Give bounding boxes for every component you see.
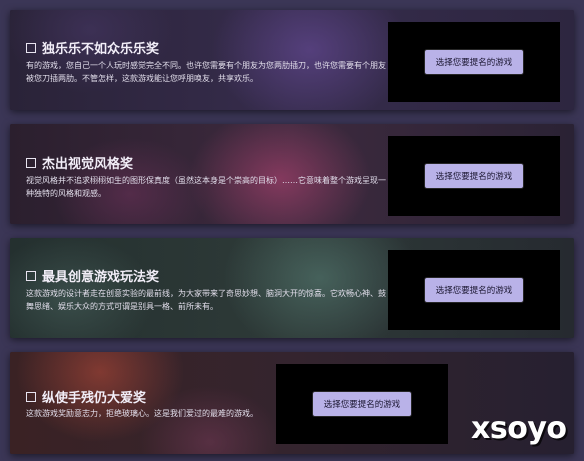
award-title: 杰出视觉风格奖 bbox=[42, 157, 134, 172]
award-description: 这款游戏奖励意志力，拒绝玻璃心。这是我们爱过的最难的游戏。 bbox=[26, 409, 258, 418]
award-title-row: 独乐乐不如众乐乐奖 bbox=[26, 38, 159, 57]
select-nominee-button[interactable]: 选择您要提名的游戏 bbox=[425, 278, 523, 302]
checkbox-icon bbox=[26, 42, 36, 53]
award-title-row: 最具创意游戏玩法奖 bbox=[26, 266, 159, 285]
award-description: 视觉风格并不追求栩栩如生的图形保真度（虽然这本身是个崇高的目标）……它意味着整个… bbox=[26, 176, 386, 198]
nominee-panel: 选择您要提名的游戏 bbox=[388, 136, 560, 216]
select-nominee-button[interactable]: 选择您要提名的游戏 bbox=[313, 392, 411, 416]
nominee-panel: 选择您要提名的游戏 bbox=[388, 250, 560, 330]
award-title-row: 纵使手残仍大爱奖 bbox=[26, 387, 146, 406]
watermark-logo: xsoyo bbox=[471, 411, 567, 446]
select-nominee-button[interactable]: 选择您要提名的游戏 bbox=[425, 164, 523, 188]
award-card-multiplayer: 独乐乐不如众乐乐奖 有的游戏，您自己一个人玩时感觉完全不同。也许您需要有个朋友为… bbox=[10, 10, 574, 110]
award-card-visual-style: 杰出视觉风格奖 视觉风格并不追求栩栩如生的图形保真度（虽然这本身是个崇高的目标）… bbox=[10, 124, 574, 224]
nominee-panel: 选择您要提名的游戏 bbox=[276, 364, 448, 444]
checkbox-icon bbox=[26, 270, 36, 281]
award-title: 纵使手残仍大爱奖 bbox=[42, 391, 147, 406]
nominee-panel: 选择您要提名的游戏 bbox=[388, 22, 560, 102]
checkbox-icon bbox=[26, 157, 36, 168]
award-description: 这款游戏的设计者走在创意实验的最前线，为大家带来了奇思妙想、脑洞大开的惊喜。它欢… bbox=[26, 289, 386, 311]
award-description: 有的游戏，您自己一个人玩时感觉完全不同。也许您需要有个朋友为您两肋插刀，也许您需… bbox=[26, 61, 386, 83]
select-nominee-button[interactable]: 选择您要提名的游戏 bbox=[425, 50, 523, 74]
checkbox-icon bbox=[26, 391, 36, 402]
award-title: 独乐乐不如众乐乐奖 bbox=[42, 42, 160, 57]
award-title-row: 杰出视觉风格奖 bbox=[26, 153, 133, 172]
award-title: 最具创意游戏玩法奖 bbox=[42, 270, 160, 285]
award-card-innovative-gameplay: 最具创意游戏玩法奖 这款游戏的设计者走在创意实验的最前线，为大家带来了奇思妙想、… bbox=[10, 238, 574, 338]
